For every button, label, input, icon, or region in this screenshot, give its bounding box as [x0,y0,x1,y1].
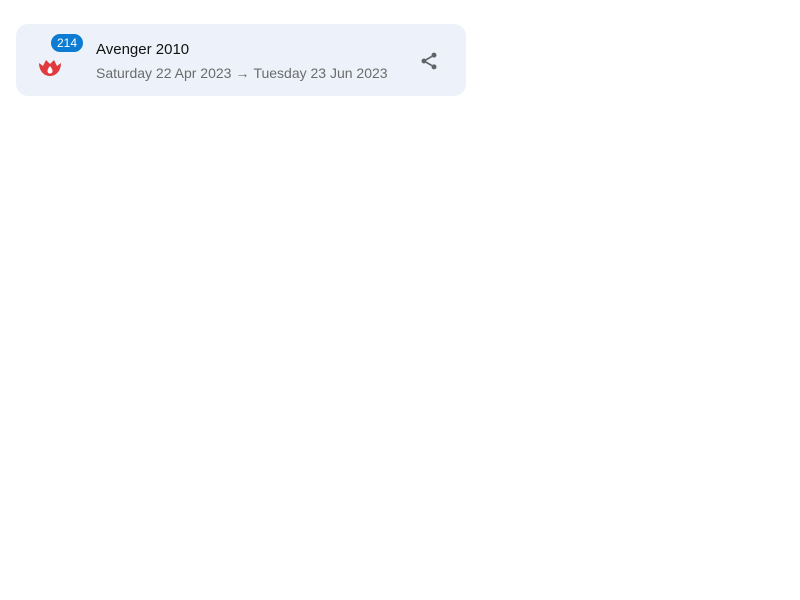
count-badge: 214 [51,34,84,52]
start-date: Saturday 22 Apr 2023 [96,65,232,81]
date-range: Saturday 22 Apr 2023 → Tuesday 23 Jun 2023 [96,65,388,81]
share-icon [421,52,437,70]
fire-icon [38,54,62,78]
event-card[interactable]: 214 Avenger 2010 Saturday 22 Apr 2023 → Tu… [16,24,466,96]
event-title: Avenger 2010 [96,41,190,58]
share-button[interactable] [416,48,442,74]
date-arrow: → [235,65,250,81]
end-date: Tuesday 23 Jun 2023 [253,65,388,81]
